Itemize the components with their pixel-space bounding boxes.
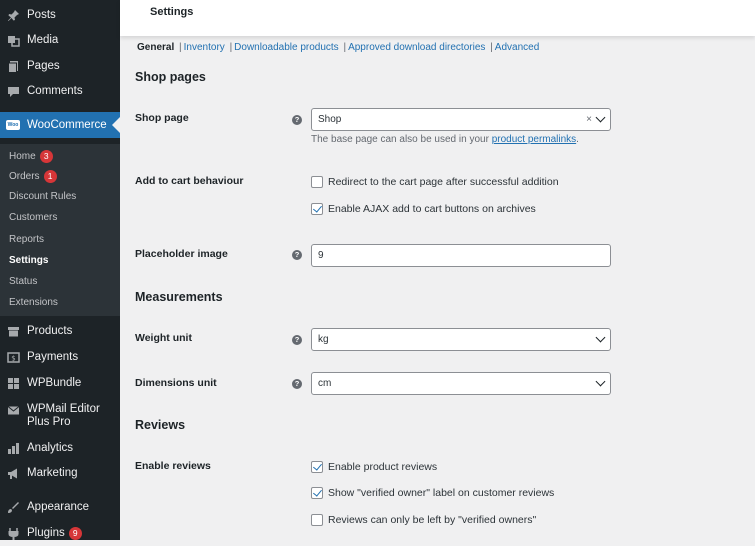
checkbox-checked[interactable]	[311, 461, 323, 473]
weight-unit-select[interactable]: kg	[311, 328, 611, 351]
menu-item-media[interactable]: Media	[0, 27, 120, 53]
placeholder-image-input[interactable]: 9	[311, 244, 611, 267]
help-icon[interactable]: ?	[292, 250, 302, 260]
menu-item-products[interactable]: Products	[0, 318, 120, 344]
dimensions-unit-label: Dimensions unit	[135, 377, 217, 389]
placeholder-image-label: Placeholder image	[135, 248, 228, 260]
menu-item-appearance[interactable]: Appearance	[0, 494, 120, 520]
reviews-heading: Reviews	[135, 418, 186, 432]
help-icon[interactable]: ?	[292, 335, 302, 345]
only-verified-owners-checkbox[interactable]: Reviews can only be left by "verified ow…	[311, 514, 536, 526]
megaphone-icon	[6, 466, 20, 480]
menu-item-analytics[interactable]: Analytics	[0, 435, 120, 461]
add-to-cart-label: Add to cart behaviour	[135, 175, 244, 187]
grid-icon	[6, 376, 20, 390]
product-permalinks-link[interactable]: product permalinks	[492, 134, 576, 145]
tab-downloadable-products[interactable]: Downloadable products	[234, 42, 339, 53]
ajax-add-to-cart-checkbox[interactable]: Enable AJAX add to cart buttons on archi…	[311, 203, 536, 215]
shop-page-label: Shop page	[135, 112, 189, 124]
plugins-update-badge: 9	[68, 526, 82, 540]
tab-inventory[interactable]: Inventory	[184, 42, 225, 53]
menu-item-wpbundle[interactable]: WPBundle	[0, 370, 120, 396]
menu-item-comments[interactable]: Comments	[0, 78, 120, 104]
menu-item-posts[interactable]: Posts	[0, 2, 120, 28]
submenu-status[interactable]: Status	[9, 276, 37, 287]
chevron-down-icon	[595, 112, 606, 123]
media-icon	[6, 33, 20, 47]
shop-pages-heading: Shop pages	[135, 70, 206, 84]
submenu-orders[interactable]: Orders 1	[9, 170, 57, 183]
menu-item-marketing[interactable]: Marketing	[0, 460, 120, 486]
menu-item-plugins[interactable]: Plugins 9	[0, 520, 120, 546]
submenu-discount-rules[interactable]: Discount Rules	[9, 191, 76, 202]
clear-selection-icon[interactable]: ×	[586, 114, 592, 125]
measurements-heading: Measurements	[135, 290, 223, 304]
settings-subtabs: General | Inventory | Downloadable product…	[137, 42, 540, 53]
tab-advanced[interactable]: Advanced	[495, 42, 539, 53]
mail-icon	[6, 403, 20, 417]
woocommerce-icon: Woo	[6, 120, 20, 130]
menu-item-pages[interactable]: Pages	[0, 53, 120, 79]
bar-chart-icon	[6, 441, 20, 455]
submenu-reports[interactable]: Reports	[9, 234, 44, 245]
tab-general[interactable]: General	[137, 42, 174, 53]
admin-sidebar: Posts Media Pages Comments Woo WooCommer…	[0, 0, 120, 540]
menu-item-payments[interactable]: $ Payments	[0, 344, 120, 370]
woocommerce-submenu: Home 3 Orders 1 Discount Rules Customers R…	[0, 144, 120, 316]
submenu-extensions[interactable]: Extensions	[9, 297, 58, 308]
submenu-home[interactable]: Home 3	[9, 150, 53, 163]
page-header: Settings	[120, 0, 755, 36]
chevron-down-icon	[595, 332, 606, 343]
checkbox-checked[interactable]	[311, 487, 323, 499]
money-icon: $	[6, 350, 20, 364]
comment-icon	[6, 84, 20, 98]
svg-text:$: $	[11, 354, 15, 362]
chevron-down-icon	[595, 376, 606, 387]
submenu-settings[interactable]: Settings	[9, 255, 48, 266]
pages-icon	[6, 59, 20, 73]
orders-count-badge: 1	[43, 170, 57, 183]
archive-icon	[6, 324, 20, 338]
pin-icon	[6, 8, 20, 22]
enable-reviews-label: Enable reviews	[135, 460, 211, 472]
menu-item-wpmail-editor[interactable]: WPMail Editor Plus Pro	[0, 400, 120, 430]
brush-icon	[6, 500, 20, 514]
home-count-badge: 3	[39, 150, 53, 163]
help-icon[interactable]: ?	[292, 115, 302, 125]
redirect-to-cart-checkbox[interactable]: Redirect to the cart page after successf…	[311, 176, 559, 188]
checkbox-checked[interactable]	[311, 203, 323, 215]
weight-unit-label: Weight unit	[135, 332, 192, 344]
submenu-customers[interactable]: Customers	[9, 212, 57, 223]
page-title: Settings	[150, 6, 194, 18]
plug-icon	[6, 526, 20, 540]
enable-product-reviews-checkbox[interactable]: Enable product reviews	[311, 461, 437, 473]
dimensions-unit-select[interactable]: cm	[311, 372, 611, 395]
menu-item-woocommerce[interactable]: Woo WooCommerce	[0, 112, 120, 138]
tab-approved-download-directories[interactable]: Approved download directories	[348, 42, 485, 53]
help-icon[interactable]: ?	[292, 379, 302, 389]
verified-owner-label-checkbox[interactable]: Show "verified owner" label on customer …	[311, 487, 554, 499]
checkbox-unchecked[interactable]	[311, 514, 323, 526]
shop-page-description: The base page can also be used in your p…	[311, 134, 579, 145]
checkbox-unchecked[interactable]	[311, 176, 323, 188]
shop-page-select[interactable]: Shop ×	[311, 108, 611, 131]
